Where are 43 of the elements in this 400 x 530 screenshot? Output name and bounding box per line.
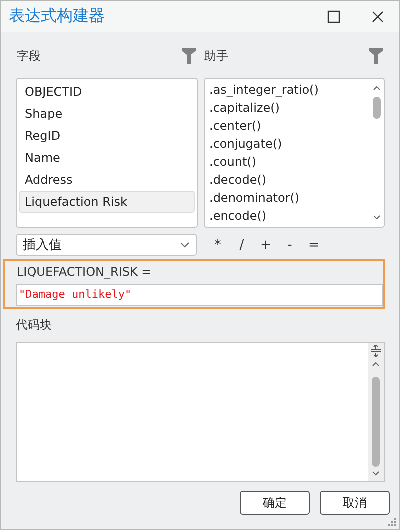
helper-item[interactable]: .decode() [206, 171, 370, 189]
scroll-down-icon[interactable] [372, 471, 380, 477]
expression-field[interactable]: "Damage unlikely" [16, 284, 383, 306]
helper-item[interactable]: .conjugate() [206, 135, 370, 153]
operator-button[interactable]: / [231, 238, 253, 252]
ok-button[interactable]: 确定 [240, 491, 310, 515]
scrollbar-thumb[interactable] [372, 377, 380, 467]
helpers-label: 助手 [204, 48, 228, 64]
window-title: 表达式构建器 [9, 6, 105, 27]
fields-label: 字段 [17, 48, 41, 64]
operator-button[interactable]: - [279, 238, 301, 252]
helper-item[interactable]: .count() [206, 153, 370, 171]
scroll-down-icon[interactable] [373, 215, 381, 221]
helper-item[interactable]: .denominator() [206, 189, 370, 207]
code-block-label: 代码块 [16, 317, 53, 334]
helper-item[interactable]: .as_integer_ratio() [206, 81, 370, 99]
cancel-button[interactable]: 取消 [320, 491, 390, 515]
helper-item[interactable]: .center() [206, 117, 370, 135]
field-item[interactable]: RegID [19, 125, 194, 147]
field-item[interactable]: Liquefaction Risk [19, 191, 194, 213]
insert-dropdown[interactable]: 插入值 [16, 234, 197, 256]
close-icon[interactable] [371, 10, 385, 24]
code-block-field[interactable] [16, 342, 385, 482]
maximize-icon[interactable] [327, 10, 341, 24]
field-item[interactable]: Shape [19, 103, 194, 125]
scrollbar[interactable] [368, 343, 384, 481]
scrollbar-thumb[interactable] [373, 97, 381, 119]
helper-item[interactable]: .encode() [206, 207, 370, 225]
scroll-up-icon[interactable] [372, 361, 380, 367]
operator-button[interactable]: = [303, 238, 325, 252]
operator-button[interactable]: + [255, 238, 277, 252]
operator-button[interactable]: * [207, 238, 229, 252]
filter-icon[interactable] [182, 48, 196, 64]
resize-grip-icon[interactable] [388, 518, 397, 527]
field-item[interactable]: Name [19, 147, 194, 169]
scroll-up-icon[interactable] [373, 85, 381, 91]
chevron-down-icon [180, 242, 190, 248]
field-item[interactable]: OBJECTID [19, 81, 194, 103]
split-icon[interactable] [370, 345, 382, 357]
helper-item[interactable]: .capitalize() [206, 99, 370, 117]
field-item[interactable]: Address [19, 169, 194, 191]
expression-label: LIQUEFACTION_RISK = [17, 265, 153, 279]
filter-icon[interactable] [369, 48, 383, 64]
